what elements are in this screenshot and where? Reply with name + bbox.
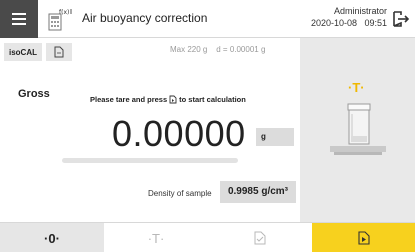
prompt-text-start: Please tare and press <box>90 95 168 104</box>
app-title: Air buoyancy correction <box>82 11 208 25</box>
start-calculation-button[interactable] <box>312 223 415 252</box>
tare-button[interactable]: ·T· <box>104 223 208 252</box>
hamburger-line <box>12 18 26 20</box>
progress-bar <box>62 158 238 163</box>
document-print-icon <box>254 231 266 245</box>
hamburger-line <box>12 13 26 15</box>
prompt-text-end: to start calculation <box>179 95 246 104</box>
print-button[interactable] <box>208 223 312 252</box>
balance-status-panel: ·T· <box>300 38 415 222</box>
weight-display: 0.00000 <box>112 113 246 154</box>
start-calculation-icon <box>357 231 370 245</box>
bottom-bar: ·0· ·T· <box>0 222 415 252</box>
isocal-button[interactable]: isoCAL <box>4 43 42 61</box>
date-time: 2020-10-08 09:51 <box>310 18 387 28</box>
menu-button[interactable] <box>0 0 38 38</box>
density-label: Density of sample <box>148 189 212 198</box>
start-calc-icon <box>169 95 177 104</box>
capacity-info: Max 220 g d = 0.00001 g <box>170 45 266 54</box>
calculator-app-icon: f(x) <box>48 9 72 31</box>
beaker-on-pan-icon <box>330 103 386 155</box>
zero-button[interactable]: ·0· <box>0 223 104 252</box>
top-bar: f(x) Air buoyancy correction Administrat… <box>0 0 415 38</box>
instruction-text: Please tare and press to start calculati… <box>90 95 246 104</box>
unit-selector[interactable]: g <box>256 128 294 146</box>
document-button[interactable] <box>46 43 72 61</box>
weighing-mode-label: Gross <box>18 88 50 100</box>
user-name: Administrator <box>333 6 387 16</box>
logout-icon[interactable] <box>391 9 411 29</box>
svg-text:f(x): f(x) <box>59 9 69 16</box>
document-icon <box>54 46 64 58</box>
info-bar: isoCAL Max 220 g d = 0.00001 g <box>0 38 300 64</box>
hamburger-line <box>12 23 26 25</box>
density-value-field[interactable]: 0.9985 g/cm³ <box>220 181 296 203</box>
tare-indicator: ·T· <box>348 80 365 95</box>
user-info: Administrator 2020-10-08 09:51 <box>311 5 387 29</box>
